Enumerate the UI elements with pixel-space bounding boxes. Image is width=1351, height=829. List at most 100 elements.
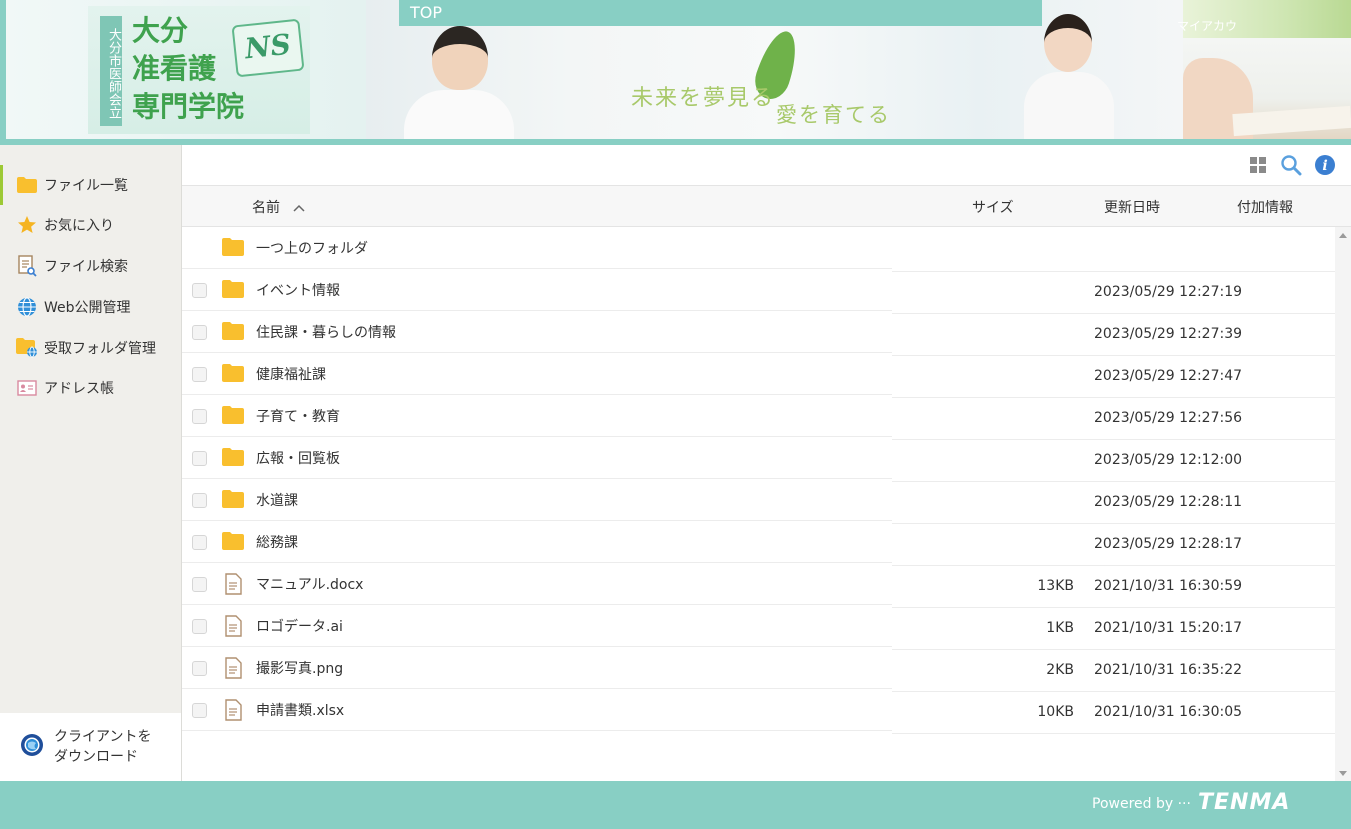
- logo-vertical-text: 大分市医師会立: [100, 16, 122, 126]
- file-list-panel: i 名前 サイズ 更新日時 付加情報 一つ上のフォルダ イベント情報 2023/0…: [182, 145, 1351, 781]
- file-icon: [224, 699, 246, 721]
- sidebar-item-favorites[interactable]: お気に入り: [0, 205, 181, 245]
- file-name[interactable]: ロゴデータ.ai: [256, 616, 343, 636]
- file-date: 2023/05/29 12:27:56: [1094, 410, 1243, 426]
- my-account-link[interactable]: マイアカウ: [1177, 17, 1237, 34]
- table-row[interactable]: マニュアル.docx 13KB 2021/10/31 16:30:59: [182, 563, 1335, 608]
- sidebar-item-address-book[interactable]: アドレス帳: [0, 368, 181, 408]
- address-book-icon: [16, 377, 38, 399]
- sidebar-item-receive-folder[interactable]: 受取フォルダ管理: [0, 328, 181, 368]
- logo-text: 大分 准看護 専門学院: [132, 14, 245, 123]
- table-row[interactable]: ロゴデータ.ai 1KB 2021/10/31 15:20:17: [182, 605, 1335, 650]
- table-row[interactable]: 撮影写真.png 2KB 2021/10/31 16:35:22: [182, 647, 1335, 692]
- file-size: 1KB: [1046, 620, 1074, 636]
- row-checkbox[interactable]: [192, 535, 207, 550]
- sidebar-item-file-list[interactable]: ファイル一覧: [0, 165, 181, 205]
- scroll-up-arrow[interactable]: [1339, 233, 1347, 238]
- row-checkbox[interactable]: [192, 451, 207, 466]
- file-name[interactable]: 子育て・教育: [256, 406, 340, 426]
- file-date: 2021/10/31 15:20:17: [1094, 620, 1243, 636]
- row-checkbox[interactable]: [192, 283, 207, 298]
- scroll-down-arrow[interactable]: [1339, 771, 1347, 776]
- file-name[interactable]: 水道課: [256, 490, 298, 510]
- info-icon[interactable]: i: [1314, 154, 1336, 176]
- tenma-logo: TENMA: [1198, 790, 1291, 815]
- table-row[interactable]: 広報・回覧板 2023/05/29 12:12:00: [182, 437, 1335, 482]
- file-date: 2023/05/29 12:28:17: [1094, 536, 1243, 552]
- file-icon: [224, 573, 246, 595]
- school-logo[interactable]: 大分市医師会立 大分 准看護 専門学院 NS: [6, 0, 366, 139]
- sidebar-item-label: ファイル検索: [44, 259, 128, 275]
- folder-icon: [222, 238, 244, 256]
- file-icon: [224, 615, 246, 637]
- grid-view-icon[interactable]: [1247, 154, 1269, 176]
- row-checkbox[interactable]: [192, 493, 207, 508]
- file-name[interactable]: 住民課・暮らしの情報: [256, 322, 396, 342]
- table-row[interactable]: 申請書類.xlsx 10KB 2021/10/31 16:30:05: [182, 689, 1335, 734]
- row-checkbox[interactable]: [192, 409, 207, 424]
- row-checkbox[interactable]: [192, 325, 207, 340]
- folder-icon: [222, 406, 244, 424]
- sidebar-item-web-publish[interactable]: Web公開管理: [0, 287, 181, 327]
- table-row[interactable]: 総務課 2023/05/29 12:28:17: [182, 521, 1335, 566]
- row-checkbox[interactable]: [192, 703, 207, 718]
- hero-slogan-1: 未来を夢見る: [631, 86, 776, 111]
- hero-slogan-2: 愛を育てる: [776, 103, 891, 127]
- row-checkbox[interactable]: [192, 619, 207, 634]
- column-extra-info[interactable]: 付加情報: [1237, 197, 1293, 217]
- file-date: 2021/10/31 16:30:05: [1094, 704, 1243, 720]
- file-date: 2023/05/29 12:12:00: [1094, 452, 1243, 468]
- table-row[interactable]: 住民課・暮らしの情報 2023/05/29 12:27:39: [182, 311, 1335, 356]
- file-date: 2023/05/29 12:27:47: [1094, 368, 1243, 384]
- file-list: 一つ上のフォルダ イベント情報 2023/05/29 12:27:19 住民課・暮ら…: [182, 227, 1335, 781]
- client-app-icon: [20, 733, 44, 761]
- file-name[interactable]: 広報・回覧板: [256, 448, 340, 468]
- hero-nurse-photo: [1024, 10, 1114, 139]
- table-row[interactable]: イベント情報 2023/05/29 12:27:19: [182, 269, 1335, 314]
- column-updated[interactable]: 更新日時: [1104, 197, 1160, 217]
- file-name[interactable]: 健康福祉課: [256, 364, 326, 384]
- file-name[interactable]: 申請書類.xlsx: [256, 700, 344, 720]
- table-row[interactable]: 子育て・教育 2023/05/29 12:27:56: [182, 395, 1335, 440]
- parent-folder-row[interactable]: 一つ上のフォルダ: [182, 227, 1335, 272]
- hero-student-photo: [404, 22, 514, 139]
- table-row[interactable]: 健康福祉課 2023/05/29 12:27:47: [182, 353, 1335, 398]
- folder-icon: [222, 280, 244, 298]
- toolbar: i: [182, 145, 1351, 185]
- column-header: 名前 サイズ 更新日時 付加情報: [182, 185, 1351, 227]
- footer: Powered by ··· TENMA: [0, 781, 1351, 829]
- file-date: 2023/05/29 12:27:19: [1094, 284, 1243, 300]
- file-date: 2023/05/29 12:27:39: [1094, 326, 1243, 342]
- header-banner: 大分市医師会立 大分 准看護 専門学院 NS 未来を夢見る 愛を育てる TOP …: [0, 0, 1351, 145]
- folder-icon: [222, 448, 244, 466]
- svg-text:i: i: [1322, 158, 1327, 174]
- scrollbar[interactable]: [1335, 227, 1351, 781]
- parent-folder-label[interactable]: 一つ上のフォルダ: [256, 238, 368, 258]
- download-client-button[interactable]: クライアントを ダウンロード: [0, 713, 181, 781]
- column-size[interactable]: サイズ: [972, 197, 1014, 217]
- row-checkbox[interactable]: [192, 367, 207, 382]
- row-checkbox[interactable]: [192, 577, 207, 592]
- sidebar-item-file-search[interactable]: ファイル検索: [0, 246, 181, 286]
- file-size: 13KB: [1037, 578, 1074, 594]
- file-date: 2021/10/31 16:30:59: [1094, 578, 1243, 594]
- sidebar-item-label: Web公開管理: [44, 300, 131, 316]
- sidebar-item-label: お気に入り: [44, 218, 114, 234]
- row-checkbox[interactable]: [192, 661, 207, 676]
- file-name[interactable]: イベント情報: [256, 280, 340, 300]
- file-name[interactable]: マニュアル.docx: [256, 574, 363, 594]
- search-icon[interactable]: [1280, 154, 1302, 176]
- column-name-sort[interactable]: 名前: [252, 197, 306, 217]
- table-row[interactable]: 水道課 2023/05/29 12:28:11: [182, 479, 1335, 524]
- sidebar-item-label: アドレス帳: [44, 381, 114, 397]
- file-name[interactable]: 撮影写真.png: [256, 658, 343, 678]
- sort-ascending-icon: [293, 204, 305, 212]
- sidebar-item-label: 受取フォルダ管理: [44, 341, 156, 357]
- powered-by-text: Powered by ···: [1092, 796, 1191, 812]
- file-size: 10KB: [1037, 704, 1074, 720]
- file-name[interactable]: 総務課: [256, 532, 298, 552]
- top-link[interactable]: TOP: [399, 0, 1042, 26]
- folder-icon: [222, 322, 244, 340]
- sidebar: ファイル一覧 お気に入り ファイル検索 Web公開管理 受取フォルダ管理 アドレ…: [0, 145, 182, 781]
- receive-folder-icon: [16, 337, 38, 359]
